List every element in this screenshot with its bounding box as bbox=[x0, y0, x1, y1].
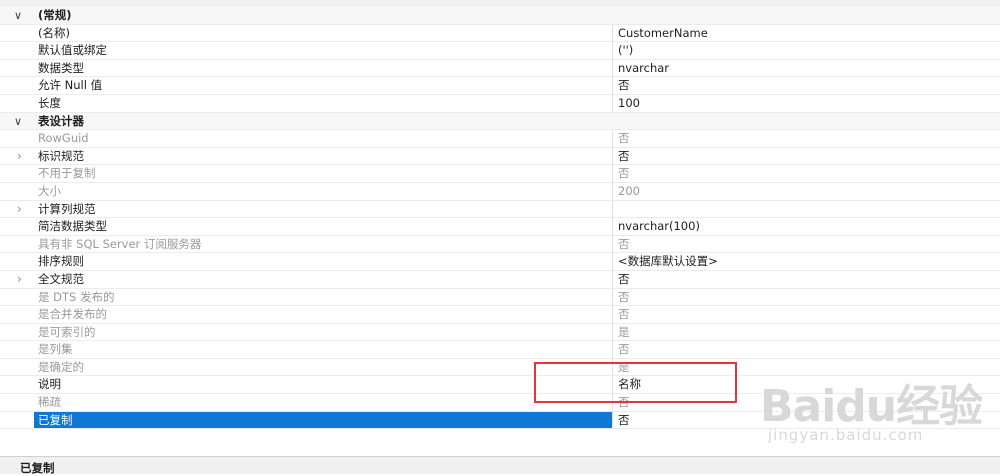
property-name[interactable]: 是 DTS 发布的 bbox=[34, 288, 613, 306]
property-row[interactable]: 具有非 SQL Server 订阅服务器否 bbox=[0, 235, 1000, 254]
property-name[interactable]: 全文规范 bbox=[34, 270, 613, 288]
row-gutter bbox=[0, 77, 34, 94]
property-row[interactable]: 是可索引的是 bbox=[0, 323, 1000, 342]
row-gutter bbox=[0, 306, 34, 323]
row-gutter bbox=[0, 95, 34, 112]
row-gutter bbox=[0, 253, 34, 270]
property-row[interactable]: 数据类型 nvarchar bbox=[0, 59, 1000, 78]
row-gutter bbox=[0, 60, 34, 77]
watermark: Baidu经验 jingyan.baidu.com bbox=[760, 370, 990, 460]
property-name[interactable]: RowGuid bbox=[34, 130, 613, 147]
chevron-down-icon[interactable]: ∨ bbox=[14, 115, 22, 128]
row-gutter bbox=[0, 130, 34, 147]
row-gutter bbox=[0, 289, 34, 306]
watermark-url: jingyan.baidu.com bbox=[768, 426, 924, 444]
row-gutter bbox=[0, 376, 34, 393]
property-value[interactable]: 否 bbox=[614, 306, 1000, 323]
property-name[interactable]: 允许 Null 值 bbox=[34, 77, 613, 94]
property-value[interactable]: 否 bbox=[614, 341, 1000, 358]
property-row[interactable]: › 标识规范否 bbox=[0, 147, 1000, 166]
chevron-right-icon[interactable]: › bbox=[17, 149, 22, 163]
property-name[interactable]: 数据类型 bbox=[34, 59, 613, 77]
property-row[interactable]: 是列集否 bbox=[0, 341, 1000, 359]
property-name[interactable]: 不用于复制 bbox=[34, 165, 613, 182]
row-gutter bbox=[0, 412, 34, 429]
category-toggle[interactable]: ∨ bbox=[0, 7, 34, 24]
property-value[interactable]: ('') bbox=[614, 42, 1000, 59]
property-name[interactable]: 稀疏 bbox=[34, 394, 613, 411]
property-value[interactable]: 否 bbox=[614, 271, 1000, 288]
row-gutter bbox=[0, 359, 34, 376]
category-row[interactable]: ∨ 表设计器 bbox=[0, 112, 1000, 131]
property-row[interactable]: 允许 Null 值否 bbox=[0, 77, 1000, 95]
property-value[interactable]: nvarchar(100) bbox=[614, 218, 1000, 235]
property-name[interactable]: 排序规则 bbox=[34, 253, 613, 270]
row-gutter bbox=[0, 42, 34, 59]
description-panel: 已复制 bbox=[0, 456, 1000, 475]
property-row[interactable]: 大小 200 bbox=[0, 182, 1000, 201]
property-value[interactable]: 是 bbox=[614, 324, 1000, 341]
category-toggle[interactable]: ∨ bbox=[0, 113, 34, 130]
property-name[interactable]: 具有非 SQL Server 订阅服务器 bbox=[34, 235, 613, 253]
property-value[interactable]: 100 bbox=[614, 95, 1000, 112]
property-name[interactable]: 是可索引的 bbox=[34, 323, 613, 341]
chevron-down-icon[interactable]: ∨ bbox=[14, 9, 22, 22]
property-value[interactable]: 否 bbox=[614, 130, 1000, 147]
property-value[interactable]: 否 bbox=[614, 236, 1000, 253]
property-name[interactable]: 简洁数据类型 bbox=[34, 218, 613, 235]
description-title: 已复制 bbox=[20, 461, 55, 475]
category-row[interactable]: ∨ (常规) bbox=[0, 7, 1000, 25]
property-name[interactable]: 已复制 bbox=[34, 411, 613, 429]
property-value[interactable]: 否 bbox=[614, 77, 1000, 94]
property-row[interactable]: RowGuid 否 bbox=[0, 130, 1000, 148]
property-name[interactable]: 大小 bbox=[34, 182, 613, 200]
property-name[interactable]: 说明 bbox=[34, 376, 613, 394]
row-gutter bbox=[0, 218, 34, 235]
property-value[interactable]: 200 bbox=[614, 183, 1000, 200]
property-value[interactable]: 否 bbox=[614, 148, 1000, 165]
property-row[interactable]: 默认值或绑定 ('') bbox=[0, 42, 1000, 60]
row-gutter bbox=[0, 236, 34, 253]
category-title: (常规) bbox=[38, 8, 72, 22]
property-row[interactable]: 是 DTS 发布的否 bbox=[0, 288, 1000, 307]
row-gutter bbox=[0, 394, 34, 411]
property-name[interactable]: 是列集 bbox=[34, 341, 613, 358]
property-name[interactable]: (名称) bbox=[34, 24, 613, 42]
property-row[interactable]: 不用于复制否 bbox=[0, 165, 1000, 183]
row-gutter[interactable]: › bbox=[0, 148, 34, 165]
property-value[interactable] bbox=[614, 201, 1000, 218]
row-gutter bbox=[0, 183, 34, 200]
row-gutter[interactable]: › bbox=[0, 201, 34, 218]
property-name[interactable]: 是确定的 bbox=[34, 358, 613, 376]
row-gutter bbox=[0, 165, 34, 182]
property-value[interactable]: nvarchar bbox=[614, 60, 1000, 77]
property-name[interactable]: 标识规范 bbox=[34, 147, 613, 165]
watermark-logo: Baidu经验 bbox=[760, 381, 983, 432]
chevron-right-icon[interactable]: › bbox=[17, 202, 22, 216]
property-name[interactable]: 计算列规范 bbox=[34, 200, 613, 218]
property-row[interactable]: › 全文规范否 bbox=[0, 270, 1000, 289]
row-gutter[interactable]: › bbox=[0, 271, 34, 288]
property-row[interactable]: 简洁数据类型 nvarchar(100) bbox=[0, 218, 1000, 236]
property-row[interactable]: (名称) CustomerName bbox=[0, 24, 1000, 43]
property-grid: ∨ (常规) (名称) CustomerName 默认值或绑定 ('') 数据类型 nvarc… bbox=[0, 7, 1000, 430]
property-name[interactable]: 默认值或绑定 bbox=[34, 42, 613, 59]
row-gutter bbox=[0, 341, 34, 358]
highlight-annotation-box bbox=[534, 362, 737, 403]
property-value[interactable]: 否 bbox=[614, 165, 1000, 182]
chevron-right-icon[interactable]: › bbox=[17, 272, 22, 286]
property-name[interactable]: 是合并发布的 bbox=[34, 306, 613, 323]
row-gutter bbox=[0, 25, 34, 42]
row-gutter bbox=[0, 324, 34, 341]
property-value[interactable]: <数据库默认设置> bbox=[614, 253, 1000, 270]
property-value[interactable]: 否 bbox=[614, 289, 1000, 306]
property-row[interactable]: 是合并发布的否 bbox=[0, 306, 1000, 324]
category-title: 表设计器 bbox=[38, 113, 84, 128]
property-row[interactable]: 长度 100 bbox=[0, 94, 1000, 113]
property-value[interactable]: CustomerName bbox=[614, 25, 1000, 42]
property-name[interactable]: 长度 bbox=[34, 94, 613, 112]
property-row[interactable]: › 计算列规范 bbox=[0, 200, 1000, 219]
property-row[interactable]: 排序规则 <数据库默认设置> bbox=[0, 253, 1000, 271]
